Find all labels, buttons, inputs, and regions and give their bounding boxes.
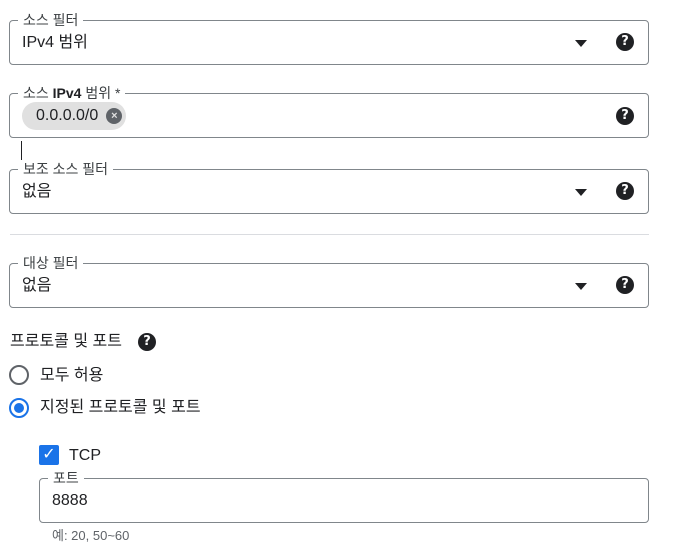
- specified-protocols-label[interactable]: 지정된 프로토콜 및 포트: [40, 398, 201, 418]
- target-filter-select[interactable]: 대상 필터 없음 ?: [9, 254, 649, 308]
- section-divider: [10, 234, 649, 235]
- port-input[interactable]: 포트 8888: [39, 469, 649, 523]
- port-value[interactable]: 8888: [52, 491, 88, 511]
- port-label: 포트: [48, 469, 84, 487]
- tcp-label[interactable]: TCP: [69, 446, 101, 466]
- allow-all-label[interactable]: 모두 허용: [40, 366, 103, 386]
- dropdown-arrow-icon[interactable]: [575, 189, 587, 196]
- source-filter-select[interactable]: 소스 필터 IPv4 범위 ?: [9, 11, 649, 65]
- tcp-checkbox[interactable]: ✓: [39, 445, 59, 465]
- remove-chip-icon[interactable]: ×: [106, 108, 123, 124]
- secondary-source-filter-label: 보조 소스 필터: [18, 160, 114, 178]
- source-ipv4-ranges-label: 소스 IPv4 범위 *: [18, 84, 126, 102]
- ip-range-chip-text: 0.0.0.0/0: [36, 107, 99, 124]
- dropdown-arrow-icon[interactable]: [575, 283, 587, 290]
- allow-all-radio[interactable]: [9, 365, 29, 385]
- secondary-source-filter-select[interactable]: 보조 소스 필터 없음 ?: [9, 160, 649, 214]
- source-ipv4-ranges-field[interactable]: 소스 IPv4 범위 * 0.0.0.0/0 × ?: [9, 84, 649, 138]
- source-filter-label: 소스 필터: [18, 11, 84, 29]
- source-filter-value: IPv4 범위: [22, 34, 88, 51]
- dropdown-arrow-icon[interactable]: [575, 40, 587, 47]
- text-cursor: [21, 141, 22, 160]
- protocols-ports-title: 프로토콜 및 포트: [10, 333, 122, 350]
- specified-protocols-radio[interactable]: [9, 398, 29, 418]
- help-icon[interactable]: ?: [616, 182, 634, 200]
- help-icon[interactable]: ?: [138, 333, 156, 351]
- ip-range-chip[interactable]: 0.0.0.0/0 ×: [22, 102, 127, 130]
- port-hint: 예: 20, 50~60: [52, 528, 130, 543]
- secondary-source-filter-value: 없음: [22, 183, 52, 200]
- help-icon[interactable]: ?: [616, 33, 634, 51]
- target-filter-value: 없음: [22, 277, 52, 294]
- help-icon[interactable]: ?: [616, 276, 634, 294]
- target-filter-label: 대상 필터: [18, 254, 84, 272]
- help-icon[interactable]: ?: [616, 107, 634, 125]
